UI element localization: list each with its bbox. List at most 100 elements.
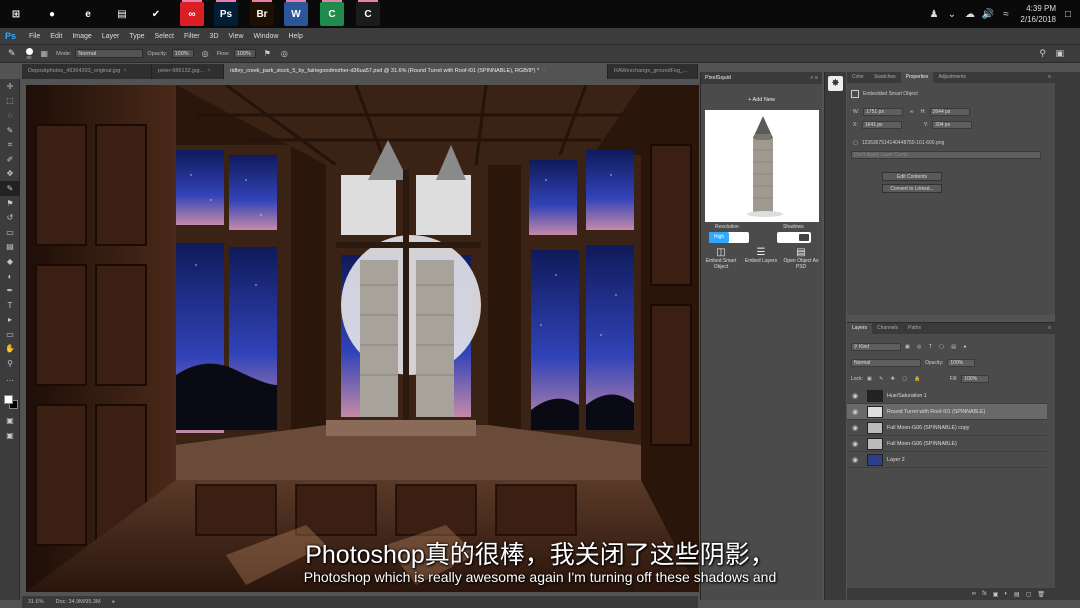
pressure-opacity-icon[interactable]: ◎	[202, 49, 209, 58]
photoshop-icon[interactable]: Ps	[214, 0, 238, 26]
filter-icons[interactable]: ▣ ◎ T ▢ ▤ ●	[905, 344, 969, 350]
tab-layers[interactable]: Layers	[847, 323, 873, 334]
move-tool-icon[interactable]: ✛	[0, 79, 20, 94]
volume-icon[interactable]: 🔊	[982, 8, 994, 20]
panel-menu-icon[interactable]: ≡	[1044, 323, 1055, 334]
eyedropper-tool-icon[interactable]: ✐	[0, 152, 20, 167]
blur-tool-icon[interactable]: ◆	[0, 254, 20, 269]
onedrive-icon[interactable]: ☁	[964, 8, 976, 20]
visibility-eye-icon[interactable]: ◉	[847, 392, 863, 400]
width-field[interactable]: 1751 px	[863, 108, 904, 116]
word-icon[interactable]: W	[284, 0, 308, 26]
file-explorer-icon[interactable]: ▤	[110, 2, 134, 26]
panel-menu-icon[interactable]: ≡	[1044, 72, 1055, 83]
color-swatches[interactable]	[0, 391, 20, 413]
x-field[interactable]: 1641 px	[861, 121, 902, 129]
menu-image[interactable]: Image	[67, 33, 96, 40]
tab-channels[interactable]: Channels	[872, 323, 903, 334]
brush-preset-picker[interactable]: 80	[25, 47, 33, 60]
tab-paths[interactable]: Paths	[903, 323, 926, 334]
close-tab-icon[interactable]: ×	[207, 64, 210, 79]
visibility-eye-icon[interactable]: ◉	[847, 440, 863, 448]
workspace-icon[interactable]: ▣	[1055, 48, 1064, 59]
visibility-eye-icon[interactable]: ◉	[847, 424, 863, 432]
screen-mode-icon[interactable]: ▣	[0, 428, 20, 443]
opacity-field[interactable]: 100%	[171, 49, 194, 58]
menu-edit[interactable]: Edit	[45, 33, 67, 40]
edge-icon[interactable]: e	[76, 2, 100, 26]
creative-cloud-icon[interactable]: ∞	[180, 0, 204, 26]
link-layers-icon[interactable]: ∞	[972, 591, 976, 597]
document-tab[interactable]: peter-686132.jpg... ×	[152, 64, 224, 79]
camtasia-recorder-icon[interactable]: C	[356, 0, 380, 26]
shadows-toggle[interactable]	[777, 232, 811, 243]
close-tab-icon[interactable]: ×	[542, 64, 545, 79]
collapse-icon[interactable]: » ≡	[810, 75, 818, 81]
fx-icon[interactable]: fx	[982, 591, 987, 597]
layer-comp-select[interactable]: Don't Apply Layer Comp	[851, 151, 1041, 159]
layer-opacity-field[interactable]: 100%	[947, 359, 976, 367]
embed-smart-object-button[interactable]: ◫ Embed Smart Object	[703, 248, 739, 271]
open-psd-button[interactable]: ▤ Open Object As PSD	[783, 248, 819, 271]
clone-stamp-tool-icon[interactable]: ⚑	[0, 196, 20, 211]
quick-mask-icon[interactable]: ▣	[0, 413, 20, 428]
new-layer-icon[interactable]: ▢	[1026, 591, 1032, 598]
camtasia-icon[interactable]: C	[320, 0, 344, 26]
gradient-tool-icon[interactable]: ▤	[0, 240, 20, 255]
menu-view[interactable]: View	[224, 33, 249, 40]
layer-row[interactable]: ◉ Hue/Saturation 1	[847, 388, 1047, 404]
eraser-tool-icon[interactable]: ▭	[0, 225, 20, 240]
menu-filter[interactable]: Filter	[179, 33, 205, 40]
adjustment-icon[interactable]: ◐	[1004, 591, 1008, 597]
tab-properties[interactable]: Properties	[900, 72, 934, 83]
notification-icon[interactable]: □	[1062, 8, 1074, 20]
fill-field[interactable]: 100%	[961, 375, 990, 383]
flow-field[interactable]: 100%	[233, 49, 256, 58]
blend-mode-select[interactable]: Normal	[851, 359, 921, 367]
menu-type[interactable]: Type	[124, 33, 149, 40]
search-icon[interactable]: ⚲	[1039, 48, 1046, 59]
tab-color[interactable]: Color	[847, 72, 869, 83]
document-tab[interactable]: Depositphotos_49364393_original.jpg ×	[22, 64, 152, 79]
add-new-button[interactable]: + Add New	[701, 97, 822, 103]
dodge-tool-icon[interactable]: ◐	[0, 269, 20, 284]
lock-icons[interactable]: ▣ ✎ ✚ ▢ 🔒	[867, 376, 924, 382]
rectangle-tool-icon[interactable]: ▭	[0, 327, 20, 342]
healing-brush-tool-icon[interactable]: ✥	[0, 167, 20, 182]
visibility-eye-icon[interactable]: ◉	[847, 456, 863, 464]
wifi-icon[interactable]: ≈	[1000, 8, 1012, 20]
y-field[interactable]: 204 px	[932, 121, 973, 129]
brush-tool-icon[interactable]: ✎	[8, 48, 16, 59]
menu-file[interactable]: File	[24, 33, 45, 40]
tab-adjustments[interactable]: Adjustments	[933, 72, 971, 83]
document-tab[interactable]: RAWexchange_groundFog_...	[608, 64, 698, 79]
menu-select[interactable]: Select	[150, 33, 179, 40]
bridge-icon[interactable]: Br	[250, 0, 274, 26]
mask-icon[interactable]: ▣	[993, 591, 999, 598]
windows-start-icon[interactable]: ⊞	[4, 2, 28, 26]
more-tool-icon[interactable]: …	[0, 371, 20, 386]
menu-window[interactable]: Window	[249, 33, 284, 40]
foreground-color-swatch[interactable]	[4, 395, 13, 405]
chevron-up-icon[interactable]: ⌄	[946, 8, 958, 20]
doc-size[interactable]: Doc: 34.9M/95.3M	[56, 599, 101, 605]
embed-layers-button[interactable]: ☰ Embed Layers	[743, 248, 779, 265]
height-field[interactable]: 2644 px	[929, 108, 970, 116]
object-preview[interactable]	[705, 110, 819, 222]
trash-icon[interactable]: 🗑	[1037, 591, 1045, 598]
group-icon[interactable]: ▤	[1014, 591, 1020, 598]
mode-select[interactable]: Normal	[75, 49, 144, 58]
type-tool-icon[interactable]: T	[0, 298, 20, 313]
layer-row[interactable]: ◉ Full Moon-G06 (SPINNABLE) copy	[847, 420, 1047, 436]
close-tab-icon[interactable]: ×	[123, 64, 126, 79]
pixelsquid-icon[interactable]: ✸	[828, 76, 843, 91]
kind-filter[interactable]: ⚲ Kind	[851, 343, 901, 351]
path-select-tool-icon[interactable]: ▸	[0, 313, 20, 328]
people-icon[interactable]: ♟	[928, 8, 940, 20]
marquee-tool-icon[interactable]: ⬚	[0, 94, 20, 109]
hand-tool-icon[interactable]: ✋	[0, 342, 20, 357]
document-canvas[interactable]	[26, 85, 699, 592]
pen-tool-icon[interactable]: ✒	[0, 283, 20, 298]
layer-row[interactable]: ◉ Round Turret with Roof-I01 (SPINNABLE)	[847, 404, 1047, 420]
visibility-eye-icon[interactable]: ◉	[847, 408, 863, 416]
